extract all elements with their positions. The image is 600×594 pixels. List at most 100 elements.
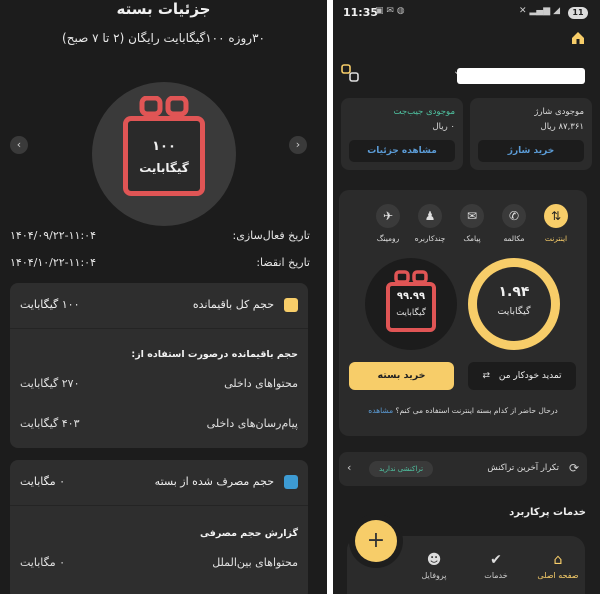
gift-icon: ۱۰۰ گیگابایت xyxy=(92,82,236,226)
charge-title: موجودی شارژ xyxy=(534,107,584,117)
tab-profile[interactable]: ☻ پروفایل xyxy=(407,552,461,580)
switch-account-icon[interactable] xyxy=(341,64,359,82)
home-icon[interactable] xyxy=(570,30,586,46)
service-multi-user[interactable]: ♟ چندکاربره xyxy=(410,204,450,243)
internet-icon: ⇅ xyxy=(544,204,568,228)
phone-icon: ✆ xyxy=(502,204,526,228)
service-call[interactable]: ✆ مکالمه xyxy=(494,204,534,243)
question-text: درحال حاضر از کدام بسته اینترنت استفاده … xyxy=(395,406,558,415)
row-value: ۲۷۰ گیگابایت xyxy=(20,377,80,390)
used-volume-value: ۰ مگابایت xyxy=(20,475,66,488)
tab-home[interactable]: ⌂ صفحه اصلی xyxy=(531,552,585,580)
battery-icon: 11 xyxy=(568,7,588,19)
gift-unit: گیگابایت xyxy=(139,161,189,175)
profile-tab-icon: ☻ xyxy=(426,552,442,568)
status-badge: تراکنشی ندارید xyxy=(369,461,434,477)
next-package-button[interactable]: › xyxy=(289,136,307,154)
service-roaming[interactable]: ✈ رومینگ xyxy=(368,204,408,243)
auto-renew-icon: ⇄ xyxy=(482,371,490,381)
activation-value: ۱۴۰۴/۰۹/۲۲-۱۱:۰۴ xyxy=(10,229,96,242)
gift-value: ۱۰۰ xyxy=(152,139,176,154)
home-tab-icon: ⌂ xyxy=(553,552,563,568)
row-label: پیام‌رسان‌های داخلی xyxy=(206,417,298,430)
services-card: ⇅ اینترنت ✆ مکالمه ✉ پیامک ♟ چندکاربره ✈… xyxy=(339,190,587,436)
services-tab-icon: ✔ xyxy=(490,552,502,568)
remaining-section-title: حجم باقیمانده درصورت استفاده از: xyxy=(131,349,298,360)
auto-renew-button[interactable]: تمدید خودکار من ⇄ xyxy=(468,362,576,390)
service-label: پیامک xyxy=(463,234,481,243)
used-volume-card: حجم مصرف شده از بسته ۰ مگابایت گزارش حجم… xyxy=(10,460,308,594)
service-sms[interactable]: ✉ پیامک xyxy=(452,204,492,243)
gift-icon xyxy=(386,282,436,332)
section-title: خدمات پرکاربرد xyxy=(509,507,586,518)
tab-label: پروفایل xyxy=(421,571,447,580)
row-value: ۰ مگابایت xyxy=(20,556,66,569)
gift-bow-icon xyxy=(139,96,189,117)
blue-legend-square xyxy=(284,475,298,489)
add-fab-button[interactable]: + xyxy=(355,520,397,562)
service-label: چندکاربره xyxy=(414,234,446,243)
remaining-volume-header: حجم کل باقیمانده ۱۰۰ گیگابایت xyxy=(10,283,308,329)
yellow-legend-square xyxy=(284,298,298,312)
masked-phone-number xyxy=(457,68,585,84)
charge-value: ۸۷,۳۶۱ ریال xyxy=(540,122,584,132)
expiry-date-row: تاریخ انقضا: ۱۴۰۴/۱۰/۲۲-۱۱:۰۴ xyxy=(0,256,318,272)
list-item: محتواهای بین‌الملل ۰ مگابایت xyxy=(10,556,308,576)
buy-charge-button[interactable]: خرید شارژ xyxy=(478,140,584,162)
usage-unit: گیگابایت xyxy=(497,306,531,317)
prev-package-button[interactable]: ‹ xyxy=(10,136,28,154)
usage-report-title: گزارش حجم مصرفی xyxy=(199,528,298,539)
tab-label: صفحه اصلی xyxy=(537,571,579,580)
used-volume-header: حجم مصرف شده از بسته ۰ مگابایت xyxy=(10,460,308,506)
list-item: پیام‌رسان‌های داخلی ۴۰۳ گیگابایت xyxy=(10,417,308,437)
page-title: جزئیات بسته xyxy=(116,0,211,18)
service-internet[interactable]: ⇅ اینترنت xyxy=(536,204,576,243)
gift-package-value: ۹۹.۹۹ xyxy=(396,291,426,302)
wallet-value: ۰ ریال xyxy=(432,122,455,132)
service-label: مکالمه xyxy=(503,234,525,243)
auto-renew-label: تمدید خودکار من xyxy=(498,371,562,381)
view-link[interactable]: مشاهده xyxy=(368,406,393,415)
wallet-title: موجودی جیب‌جت xyxy=(393,107,456,117)
row-label: محتواهای بین‌الملل xyxy=(212,556,298,569)
remaining-volume-card: حجم کل باقیمانده ۱۰۰ گیگابایت حجم باقیما… xyxy=(10,283,308,448)
remaining-volume-value: ۱۰۰ گیگابایت xyxy=(20,298,80,311)
list-item: محتواهای داخلی ۲۷۰ گیگابایت xyxy=(10,377,308,397)
gift-box: ۱۰۰ گیگابایت xyxy=(123,116,205,196)
sms-icon: ✉ xyxy=(460,204,484,228)
service-label: اینترنت xyxy=(544,234,568,243)
roaming-icon: ✈ xyxy=(376,204,400,228)
status-bar: 11:35 ▣ ✉ ◍ ✕ ▂▄▆ ◢ 11 xyxy=(333,6,600,22)
home-screen: 11:35 ▣ ✉ ◍ ✕ ▂▄▆ ◢ 11 ⌄ موجودی جیب‌جت ۰… xyxy=(333,0,600,594)
row-value: ۴۰۳ گیگابایت xyxy=(20,417,80,430)
last-transaction-card[interactable]: ⟳ تکرار آخرین تراکنش تراکنشی ندارید ‹ xyxy=(339,452,587,486)
usage-ring[interactable]: ۱.۹۴ گیگابایت xyxy=(468,258,560,350)
wallet-card: موجودی جیب‌جت ۰ ریال مشاهده جزئیات xyxy=(341,98,463,170)
tab-services[interactable]: ✔ خدمات xyxy=(469,552,523,580)
multi-user-icon: ♟ xyxy=(418,204,442,228)
used-volume-label: حجم مصرف شده از بسته xyxy=(154,475,274,488)
wallet-details-button[interactable]: مشاهده جزئیات xyxy=(349,140,455,162)
gift-package-circle[interactable]: ۹۹.۹۹ گیگابایت xyxy=(365,258,457,350)
activation-date-row: تاریخ فعال‌سازی: ۱۴۰۴/۰۹/۲۲-۱۱:۰۴ xyxy=(0,229,318,245)
service-label: رومینگ xyxy=(376,234,400,243)
expiry-label: تاریخ انقضا: xyxy=(256,256,310,269)
last-transaction-label: تکرار آخرین تراکنش xyxy=(487,463,559,473)
chevron-left-icon: ‹ xyxy=(347,461,352,474)
current-package-question: درحال حاضر از کدام بسته اینترنت استفاده … xyxy=(339,406,587,415)
buy-package-button[interactable]: خرید بسته xyxy=(349,362,454,390)
charge-card: موجودی شارژ ۸۷,۳۶۱ ریال خرید شارژ xyxy=(470,98,592,170)
package-subtitle: ۳۰روزه ۱۰۰گیگابایت رایگان (۲ تا ۷ صبح) xyxy=(62,31,265,45)
activation-label: تاریخ فعال‌سازی: xyxy=(232,229,311,242)
package-details-screen: جزئیات بسته ۳۰روزه ۱۰۰گیگابایت رایگان (۲… xyxy=(0,0,327,594)
signal-icons: ✕ ▂▄▆ ◢ xyxy=(519,6,560,16)
tab-label: خدمات xyxy=(484,571,508,580)
usage-value: ۱.۹۴ xyxy=(498,284,530,300)
clock: 11:35 xyxy=(343,6,379,19)
gift-package-unit: گیگابایت xyxy=(396,308,426,318)
row-label: محتواهای داخلی xyxy=(224,377,298,390)
repeat-icon: ⟳ xyxy=(568,461,579,475)
remaining-volume-label: حجم کل باقیمانده xyxy=(192,298,274,311)
expiry-value: ۱۴۰۴/۱۰/۲۲-۱۱:۰۴ xyxy=(10,256,96,269)
notification-icons: ▣ ✉ ◍ xyxy=(375,6,405,16)
